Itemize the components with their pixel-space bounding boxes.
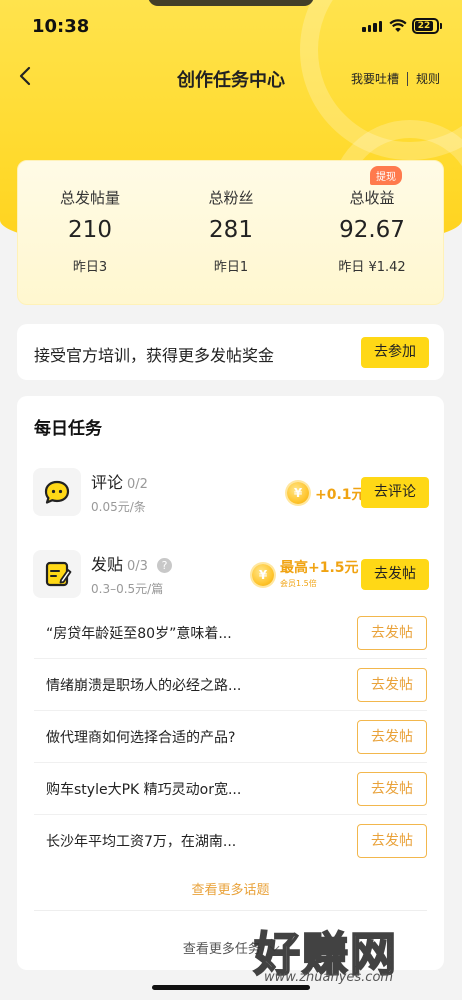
daily-tasks-title: 每日任务 bbox=[34, 419, 102, 439]
task-name: 评论 0/2 bbox=[91, 469, 148, 493]
topic-title: “房贷年龄延至80岁”意味着... bbox=[46, 626, 232, 642]
task-progress: 0/3 bbox=[127, 559, 148, 574]
task-name: 发贴 0/3 ? bbox=[91, 551, 173, 575]
task-name-text: 发贴 bbox=[91, 555, 124, 574]
topic-item[interactable]: “房贷年龄延至80岁”意味着... 去发帖 bbox=[34, 607, 427, 659]
notch bbox=[148, 0, 314, 6]
topic-post-button[interactable]: 去发帖 bbox=[357, 772, 427, 806]
topic-post-button[interactable]: 去发帖 bbox=[357, 616, 427, 650]
stat-yesterday: 昨日1 bbox=[213, 260, 249, 275]
nav-actions: 我要吐槽 规则 bbox=[351, 70, 440, 87]
topic-post-button[interactable]: 去发帖 bbox=[357, 720, 427, 754]
wifi-icon bbox=[389, 19, 407, 32]
task-post: 发贴 0/3 ? 0.3–0.5元/篇 ¥ 最高+1.5元 会员1.5倍 去发帖 bbox=[17, 550, 444, 610]
task-price: 0.3–0.5元/篇 bbox=[91, 582, 164, 596]
stat-value: 281 bbox=[209, 217, 253, 243]
topic-item[interactable]: 情绪崩溃是职场人的必经之路... 去发帖 bbox=[34, 659, 427, 711]
stat-label: 总收益 bbox=[349, 189, 395, 207]
topic-item[interactable]: 长沙年平均工资7万，在湖南... 去发帖 bbox=[34, 815, 427, 867]
stat-yesterday: 昨日3 bbox=[72, 260, 108, 275]
divider bbox=[34, 910, 427, 911]
topic-title: 情绪崩溃是职场人的必经之路... bbox=[46, 678, 242, 694]
battery-level: 22 bbox=[415, 21, 433, 31]
topic-post-button[interactable]: 去发帖 bbox=[357, 824, 427, 858]
training-text: 接受官方培训，获得更多发帖奖金 bbox=[34, 346, 275, 365]
task-reward: +0.1元 bbox=[315, 487, 366, 503]
go-post-button[interactable]: 去发帖 bbox=[361, 559, 429, 590]
nav-bar: 创作任务中心 我要吐槽 规则 bbox=[0, 58, 462, 98]
watermark-url: www.zhuanyes.com bbox=[264, 970, 394, 985]
watermark: 好赚网 www.zhuanyes.com bbox=[253, 918, 454, 990]
edit-post-icon bbox=[33, 550, 81, 598]
join-training-button[interactable]: 去参加 bbox=[361, 337, 429, 368]
status-bar: 10:38 22 bbox=[0, 0, 462, 52]
withdraw-badge[interactable]: 提现 bbox=[370, 166, 402, 185]
task-progress: 0/2 bbox=[127, 477, 148, 492]
more-tasks-label: 查看更多任务 bbox=[182, 942, 261, 957]
go-comment-button[interactable]: 去评论 bbox=[361, 477, 429, 508]
battery-icon: 22 bbox=[412, 18, 442, 34]
topic-title: 购车style大PK 精巧灵动or宽... bbox=[46, 782, 242, 798]
more-topics-link[interactable]: 查看更多话题 bbox=[17, 879, 444, 898]
task-reward: 最高+1.5元 bbox=[280, 560, 359, 576]
coin-icon: ¥ bbox=[287, 482, 309, 504]
stat-value: 92.67 bbox=[339, 217, 405, 243]
feedback-link[interactable]: 我要吐槽 bbox=[351, 70, 399, 87]
topic-item[interactable]: 购车style大PK 精巧灵动or宽... 去发帖 bbox=[34, 763, 427, 815]
topic-post-button[interactable]: 去发帖 bbox=[357, 668, 427, 702]
stat-label: 总发帖量 bbox=[59, 189, 120, 207]
stat-yesterday: 昨日 ¥1.42 bbox=[338, 260, 406, 275]
topic-title: 做代理商如何选择合适的产品? bbox=[46, 730, 236, 746]
coin-icon: ¥ bbox=[252, 564, 274, 586]
stat-value: 210 bbox=[68, 217, 112, 243]
status-time: 10:38 bbox=[32, 16, 90, 37]
comment-icon bbox=[33, 468, 81, 516]
member-multiplier: 会员1.5倍 bbox=[280, 579, 317, 588]
signal-icon bbox=[362, 21, 382, 32]
task-comment: 评论 0/2 0.05元/条 ¥ +0.1元 去评论 bbox=[17, 468, 444, 528]
home-indicator[interactable] bbox=[152, 985, 310, 990]
stat-label: 总粉丝 bbox=[208, 189, 254, 207]
training-banner: 接受官方培训，获得更多发帖奖金 去参加 bbox=[17, 324, 444, 380]
help-icon[interactable]: ? bbox=[157, 558, 173, 573]
nav-divider bbox=[406, 71, 408, 86]
task-price: 0.05元/条 bbox=[91, 500, 146, 514]
topic-item[interactable]: 做代理商如何选择合适的产品? 去发帖 bbox=[34, 711, 427, 763]
task-name-text: 评论 bbox=[91, 473, 124, 492]
daily-tasks-card: 每日任务 评论0/2 0.05元/条 ¥ +0.1元 去评论 发贴0/3 ? bbox=[17, 396, 444, 970]
topic-title: 长沙年平均工资7万，在湖南... bbox=[46, 834, 237, 850]
rules-link[interactable]: 规则 bbox=[416, 70, 440, 87]
